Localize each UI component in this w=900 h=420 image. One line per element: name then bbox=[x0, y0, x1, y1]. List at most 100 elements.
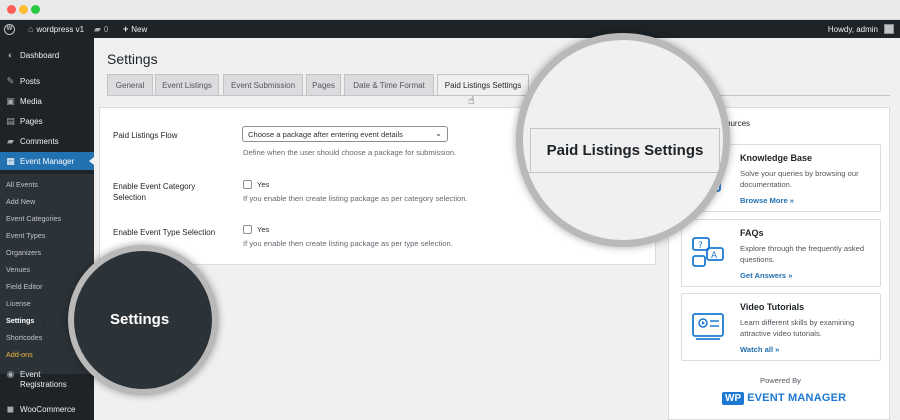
submenu-field-editor[interactable]: Field Editor bbox=[6, 282, 42, 291]
page-title: Settings bbox=[107, 51, 158, 67]
powered-by-label: Powered By bbox=[760, 376, 801, 385]
wordpress-logo-button[interactable]: W bbox=[4, 20, 15, 38]
sidebar-item-label: Posts bbox=[20, 76, 41, 86]
svg-text:?: ? bbox=[698, 241, 703, 251]
new-content-link[interactable]: + New bbox=[123, 20, 147, 38]
submenu-license[interactable]: License bbox=[6, 299, 31, 308]
comment-icon: ▰ bbox=[94, 23, 101, 34]
faq-chat-icon: ? A bbox=[692, 237, 724, 267]
account-menu[interactable]: Howdy, admin bbox=[828, 20, 894, 38]
sidebar-item-label: Event Registrations bbox=[20, 370, 67, 389]
site-name-link[interactable]: ⌂ wordpress v1 bbox=[28, 20, 84, 38]
comments-link[interactable]: ▰ 0 bbox=[94, 20, 108, 38]
magnifier-settings-menu: Settings bbox=[68, 245, 218, 395]
paid-listings-flow-label: Paid Listings Flow bbox=[113, 131, 178, 140]
tab-general[interactable]: General bbox=[107, 74, 153, 96]
chevron-down-icon: ⌄ bbox=[435, 129, 442, 138]
submenu-shortcodes[interactable]: Shortcodes bbox=[6, 333, 42, 342]
faqs-text: Explore through the frequently asked que… bbox=[740, 244, 865, 264]
sidebar-item-dashboard[interactable]: ◐ Dashboard bbox=[0, 46, 94, 64]
submenu-organizers[interactable]: Organizers bbox=[6, 248, 41, 257]
new-label: New bbox=[131, 24, 148, 34]
browse-more-link[interactable]: Browse More » bbox=[740, 196, 794, 205]
paid-listings-flow-select[interactable]: Choose a package after entering event de… bbox=[242, 126, 448, 142]
event-category-checkbox[interactable] bbox=[243, 180, 252, 189]
tabs-divider bbox=[107, 95, 890, 96]
sidebar-item-label: WooCommerce bbox=[20, 404, 76, 414]
faqs-title: FAQs bbox=[740, 228, 764, 238]
submenu-addons[interactable]: Add-ons bbox=[6, 350, 33, 359]
sidebar-item-label: Dashboard bbox=[20, 50, 60, 60]
sidebar-item-label: Event Manager bbox=[20, 156, 75, 166]
submenu-settings[interactable]: Settings bbox=[6, 316, 34, 325]
video-tutorials-text: Learn different skills by examining attr… bbox=[740, 318, 855, 338]
tab-pages[interactable]: Pages bbox=[306, 74, 341, 96]
close-window-button[interactable] bbox=[7, 5, 16, 14]
admin-bar: W ⌂ wordpress v1 ▰ 0 + New Howdy, admin bbox=[0, 20, 900, 38]
watch-all-link[interactable]: Watch all » bbox=[740, 345, 779, 354]
wp-event-manager-logo[interactable]: WP EVENT MANAGER bbox=[722, 388, 846, 408]
select-value: Choose a package after entering event de… bbox=[248, 129, 403, 139]
knowledge-base-title: Knowledge Base bbox=[740, 153, 813, 163]
window-titlebar bbox=[0, 0, 900, 20]
sidebar-item-label: Comments bbox=[20, 136, 59, 146]
home-icon: ⌂ bbox=[28, 24, 34, 34]
hand-cursor-icon: ☝ bbox=[40, 318, 47, 330]
sidebar-item-event-manager[interactable]: ▦ Event Manager bbox=[0, 152, 94, 170]
minimize-window-button[interactable] bbox=[19, 5, 28, 14]
admin-sidebar: ◐ Dashboard ✎ Posts ▣ Media ▤ Pages ▰ Co… bbox=[0, 38, 94, 420]
tab-date-time-format[interactable]: Date & Time Format bbox=[344, 74, 434, 96]
get-answers-link[interactable]: Get Answers » bbox=[740, 271, 792, 280]
event-category-description: If you enable then create listing packag… bbox=[243, 194, 468, 203]
magnified-tab-divider bbox=[523, 172, 723, 173]
sidebar-item-label: Pages bbox=[20, 116, 43, 126]
plus-icon: + bbox=[123, 24, 129, 34]
sidebar-item-media[interactable]: ▣ Media bbox=[0, 92, 94, 110]
comment-icon: ▰ bbox=[7, 135, 14, 146]
sidebar-item-woocommerce[interactable]: ◼ WooCommerce bbox=[0, 400, 94, 418]
wordpress-logo-icon: W bbox=[4, 23, 15, 35]
paid-listings-flow-description: Define when the user should choose a pac… bbox=[243, 148, 457, 157]
calendar-icon: ▦ bbox=[6, 155, 15, 166]
tab-paid-listings-settings[interactable]: Paid Listings Settings bbox=[437, 74, 529, 96]
howdy-text: Howdy, admin bbox=[827, 24, 878, 34]
event-type-selection-label: Enable Event Type Selection bbox=[113, 228, 216, 237]
video-tutorial-icon bbox=[692, 313, 724, 340]
submenu-event-types[interactable]: Event Types bbox=[6, 231, 45, 240]
video-tutorials-title: Video Tutorials bbox=[740, 302, 805, 312]
comments-count: 0 bbox=[103, 24, 109, 34]
brand-name: EVENT MANAGER bbox=[747, 392, 847, 404]
video-tutorials-card: Video Tutorials Learn different skills b… bbox=[681, 293, 881, 361]
site-name: wordpress v1 bbox=[36, 24, 85, 34]
sidebar-item-event-registrations[interactable]: ◉ Event Registrations bbox=[0, 368, 94, 394]
pin-icon: ✎ bbox=[6, 75, 15, 86]
sidebar-item-label: Media bbox=[20, 96, 42, 106]
svg-text:A: A bbox=[711, 251, 718, 261]
submenu-all-events[interactable]: All Events bbox=[6, 180, 38, 189]
sidebar-item-comments[interactable]: ▰ Comments bbox=[0, 132, 94, 150]
media-icon: ▣ bbox=[6, 95, 15, 106]
hand-cursor-icon: ☝ bbox=[468, 95, 475, 107]
submenu-venues[interactable]: Venues bbox=[6, 265, 30, 274]
event-category-yes-label[interactable]: Yes bbox=[257, 180, 269, 189]
magnified-tab: Paid Listings Settings bbox=[530, 128, 720, 172]
tab-event-submission[interactable]: Event Submission bbox=[223, 74, 303, 96]
tab-event-listings[interactable]: Event Listings bbox=[155, 74, 219, 96]
page-icon: ▤ bbox=[6, 115, 15, 126]
submenu-add-new[interactable]: Add New bbox=[6, 197, 35, 206]
registrations-icon: ◉ bbox=[6, 369, 15, 379]
brand-wp-badge: WP bbox=[722, 391, 745, 405]
knowledge-base-text: Solve your queries by browsing our docum… bbox=[740, 169, 859, 189]
sidebar-item-posts[interactable]: ✎ Posts bbox=[0, 72, 94, 90]
maximize-window-button[interactable] bbox=[31, 5, 40, 14]
dashboard-icon: ◐ bbox=[7, 49, 14, 60]
event-category-selection-label: Enable Event Category Selection bbox=[113, 182, 196, 202]
faqs-card: ? A FAQs Explore through the frequently … bbox=[681, 219, 881, 287]
woocommerce-icon: ◼ bbox=[6, 403, 15, 414]
magnified-settings-label: Settings bbox=[110, 311, 170, 328]
sidebar-item-pages[interactable]: ▤ Pages bbox=[0, 112, 94, 130]
event-type-yes-label[interactable]: Yes bbox=[257, 225, 269, 234]
event-type-description: If you enable then create listing packag… bbox=[243, 239, 453, 248]
event-type-checkbox[interactable] bbox=[243, 225, 252, 234]
submenu-event-categories[interactable]: Event Categories bbox=[6, 214, 61, 223]
